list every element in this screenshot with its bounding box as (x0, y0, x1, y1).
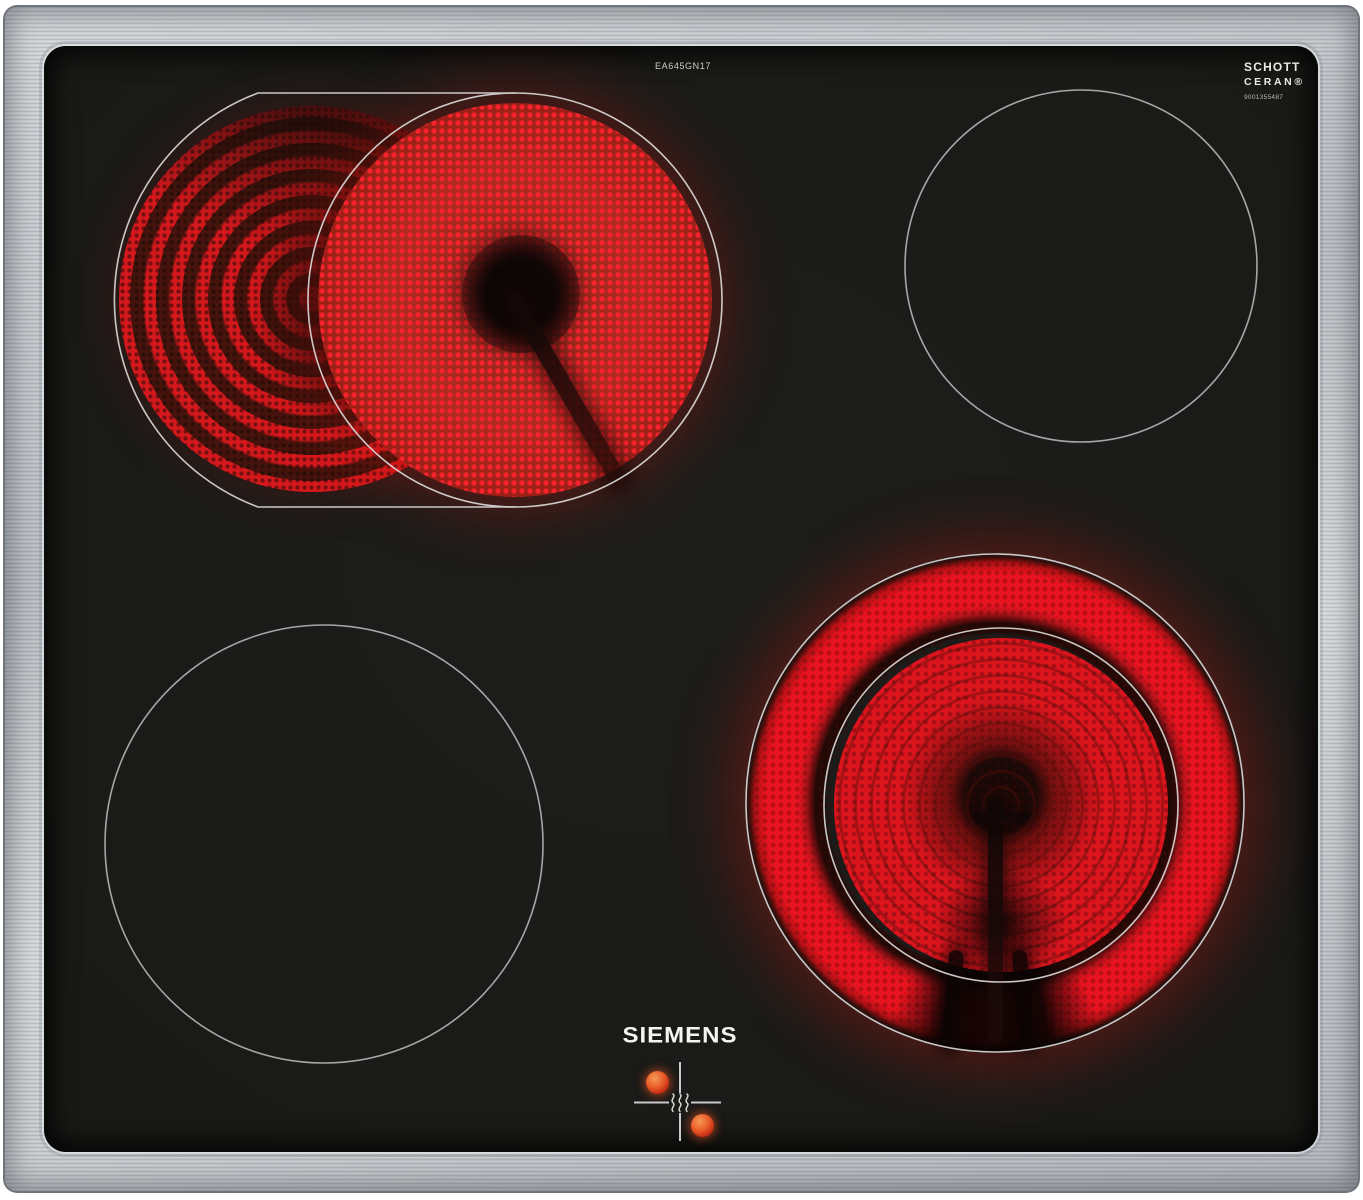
product-photo-cooktop: EA645GN17 SCHOTT CERAN® 9001355487 SIEME… (0, 0, 1363, 1200)
zone-front-right-temperature-sensor (988, 798, 1003, 1044)
schott-ceran-logo: SCHOTT CERAN® 9001355487 (1244, 60, 1324, 101)
residual-heat-led-front-right (691, 1114, 714, 1137)
siemens-logo: SIEMENS (622, 1023, 738, 1048)
schott-line1: SCHOTT (1244, 60, 1301, 74)
serial-number: 9001355487 (1244, 93, 1284, 101)
schott-line2: CERAN® (1244, 75, 1305, 88)
residual-heat-led-rear-left (646, 1071, 669, 1094)
model-label: EA645GN17 (655, 61, 711, 71)
zone-front-right-sensor-bar (972, 812, 1030, 821)
